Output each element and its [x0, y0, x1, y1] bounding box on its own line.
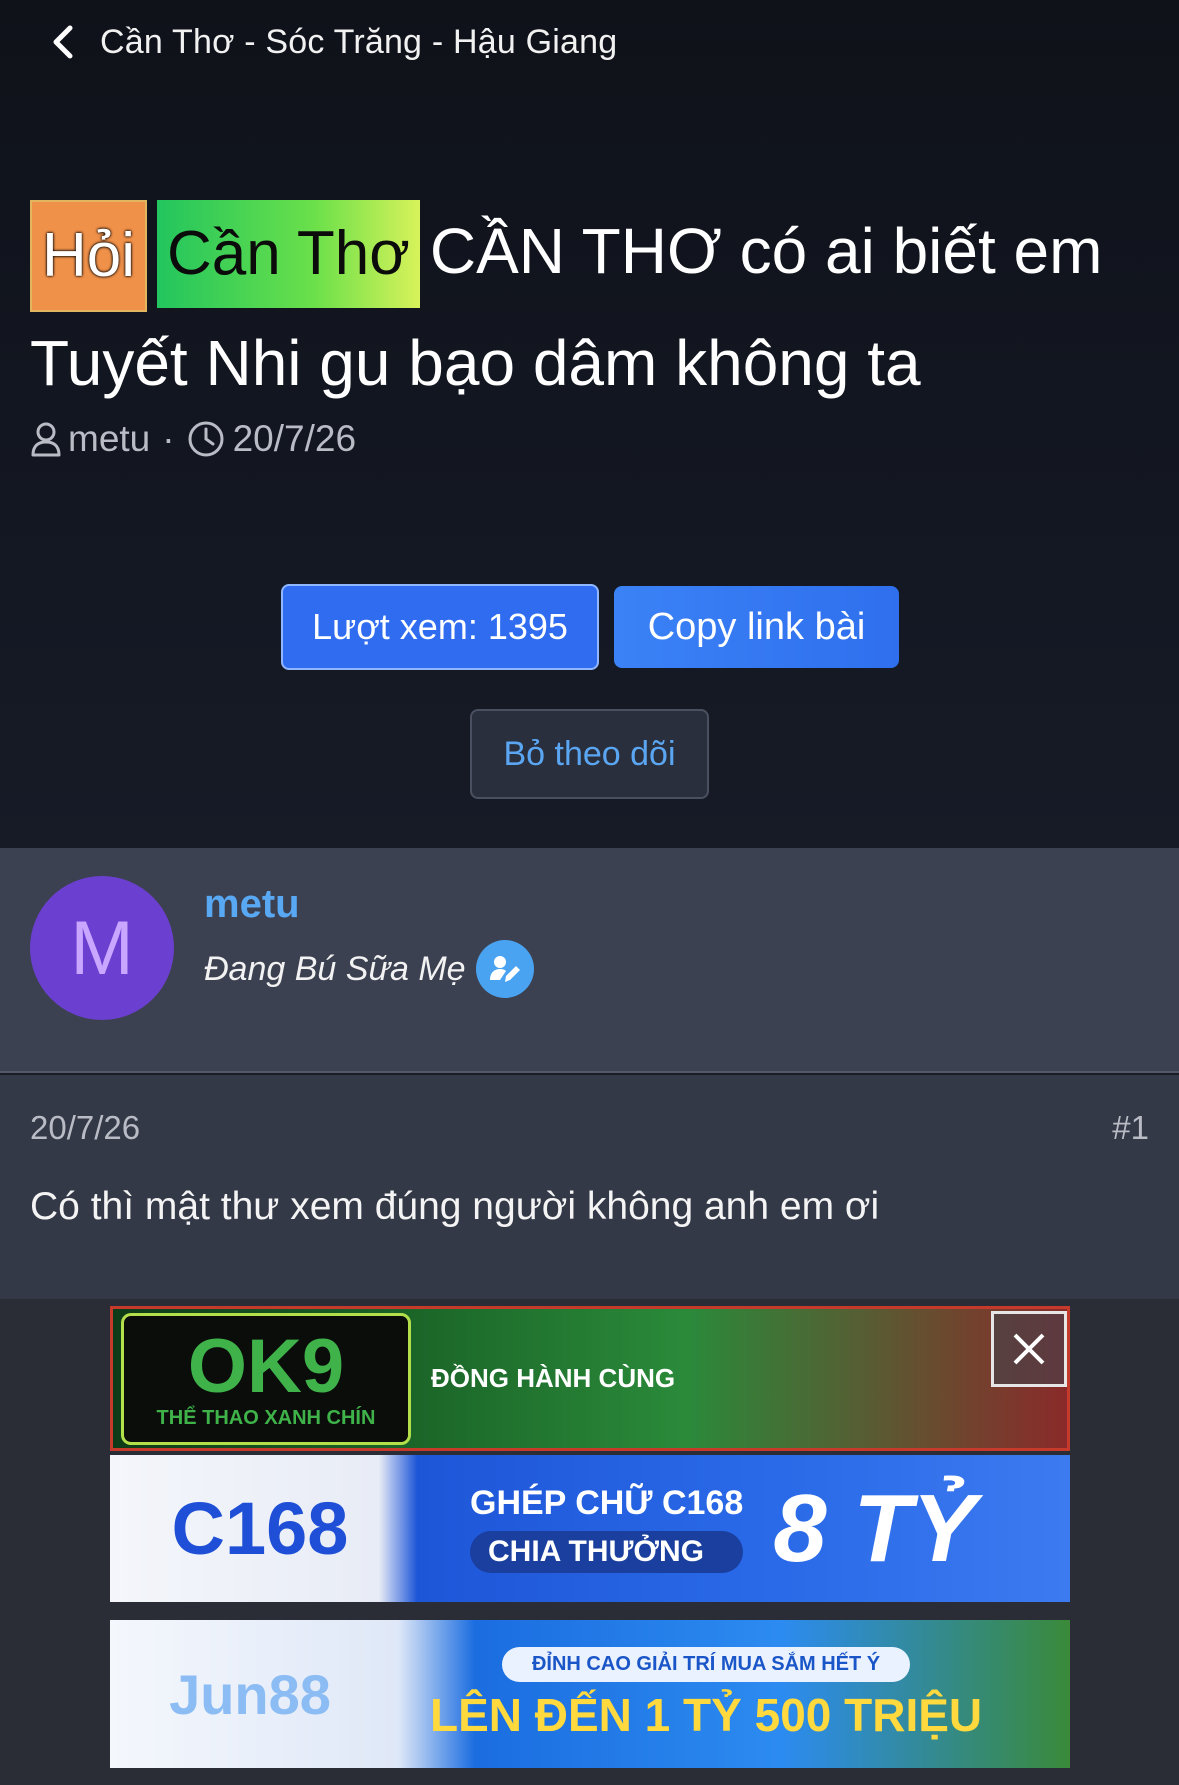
chevron-left-icon[interactable] [48, 20, 84, 64]
unfollow-button[interactable]: Bỏ theo dõi [470, 709, 709, 799]
c168-line-2: CHIA THƯỞNG [470, 1531, 744, 1573]
breadcrumb[interactable]: Cần Thơ - Sóc Trăng - Hậu Giang [100, 23, 617, 62]
jun88-text: ĐỈNH CAO GIẢI TRÍ MUA SẮM HẾT Ý LÊN ĐẾN … [430, 1646, 983, 1742]
thread-meta: metu · 20/7/26 [30, 418, 356, 460]
avatar[interactable]: M [30, 876, 174, 1020]
meta-separator: · [162, 418, 175, 459]
post-date[interactable]: 20/7/26 [30, 1109, 140, 1147]
c168-text: GHÉP CHỮ C168 CHIA THƯỞNG [470, 1484, 744, 1573]
post-user-card: M metu Đang Bú Sữa Mẹ [0, 848, 1179, 1073]
views-button[interactable]: Lượt xem: 1395 [281, 584, 599, 670]
jun88-line-1: ĐỈNH CAO GIẢI TRÍ MUA SẮM HẾT Ý [501, 1646, 911, 1682]
ok9-logo-text: OK9 [187, 1324, 345, 1409]
c168-logo: C168 [171, 1487, 349, 1570]
post-username[interactable]: metu [204, 882, 300, 927]
thread-date[interactable]: 20/7/26 [233, 418, 356, 460]
ad-area: OK9 THỂ THAO XANH CHÍN ĐỒNG HÀNH CÙNG C1… [0, 1299, 1179, 1785]
prefix-badge-hoi[interactable]: Hỏi [30, 200, 148, 312]
ok9-tagline: ĐỒNG HÀNH CÙNG [431, 1363, 676, 1393]
post-number[interactable]: #1 [1112, 1109, 1149, 1147]
thread-author[interactable]: metu [68, 418, 150, 460]
clock-icon [187, 420, 225, 458]
c168-prize: 8 TỶ [773, 1474, 976, 1582]
close-icon[interactable] [991, 1311, 1067, 1387]
ad-banner-ok9[interactable]: OK9 THỂ THAO XANH CHÍN ĐỒNG HÀNH CÙNG [110, 1306, 1070, 1451]
thread-header: Cần Thơ - Sóc Trăng - Hậu Giang Hỏi Cần T… [0, 0, 1179, 848]
jun88-line-2: LÊN ĐẾN 1 TỶ 500 TRIỆU [430, 1688, 983, 1741]
top-bar: Cần Thơ - Sóc Trăng - Hậu Giang [48, 20, 617, 64]
post-message: 20/7/26 #1 Có thì mật thư xem đúng người… [0, 1075, 1179, 1299]
user-title: Đang Bú Sữa Mẹ [204, 949, 466, 988]
copy-link-button[interactable]: Copy link bài [614, 586, 899, 668]
c168-line-1: GHÉP CHỮ C168 [470, 1484, 744, 1522]
prefix-badge-cantho[interactable]: Cần Thơ [157, 200, 420, 308]
thread-title-block: Hỏi Cần Thơ CẦN THƠ có ai biết em Tuyết Nh… [30, 200, 1150, 414]
thread-title: Hỏi Cần Thơ CẦN THƠ có ai biết em Tuyết Nh… [30, 200, 1150, 414]
post-body: Có thì mật thư xem đúng người không anh … [30, 1185, 880, 1228]
ad-banner-jun88[interactable]: Jun88 ĐỈNH CAO GIẢI TRÍ MUA SẮM HẾT Ý LÊ… [110, 1620, 1070, 1768]
user-title-row: Đang Bú Sữa Mẹ [204, 940, 534, 998]
ok9-logo: OK9 THỂ THAO XANH CHÍN [121, 1312, 411, 1445]
jun88-logo: Jun88 [169, 1662, 331, 1726]
user-edit-icon [475, 940, 534, 998]
ok9-subtitle: THỂ THAO XANH CHÍN [156, 1407, 376, 1429]
ad-banner-c168[interactable]: C168 GHÉP CHỮ C168 CHIA THƯỞNG 8 TỶ [110, 1455, 1070, 1602]
user-icon [30, 421, 62, 457]
